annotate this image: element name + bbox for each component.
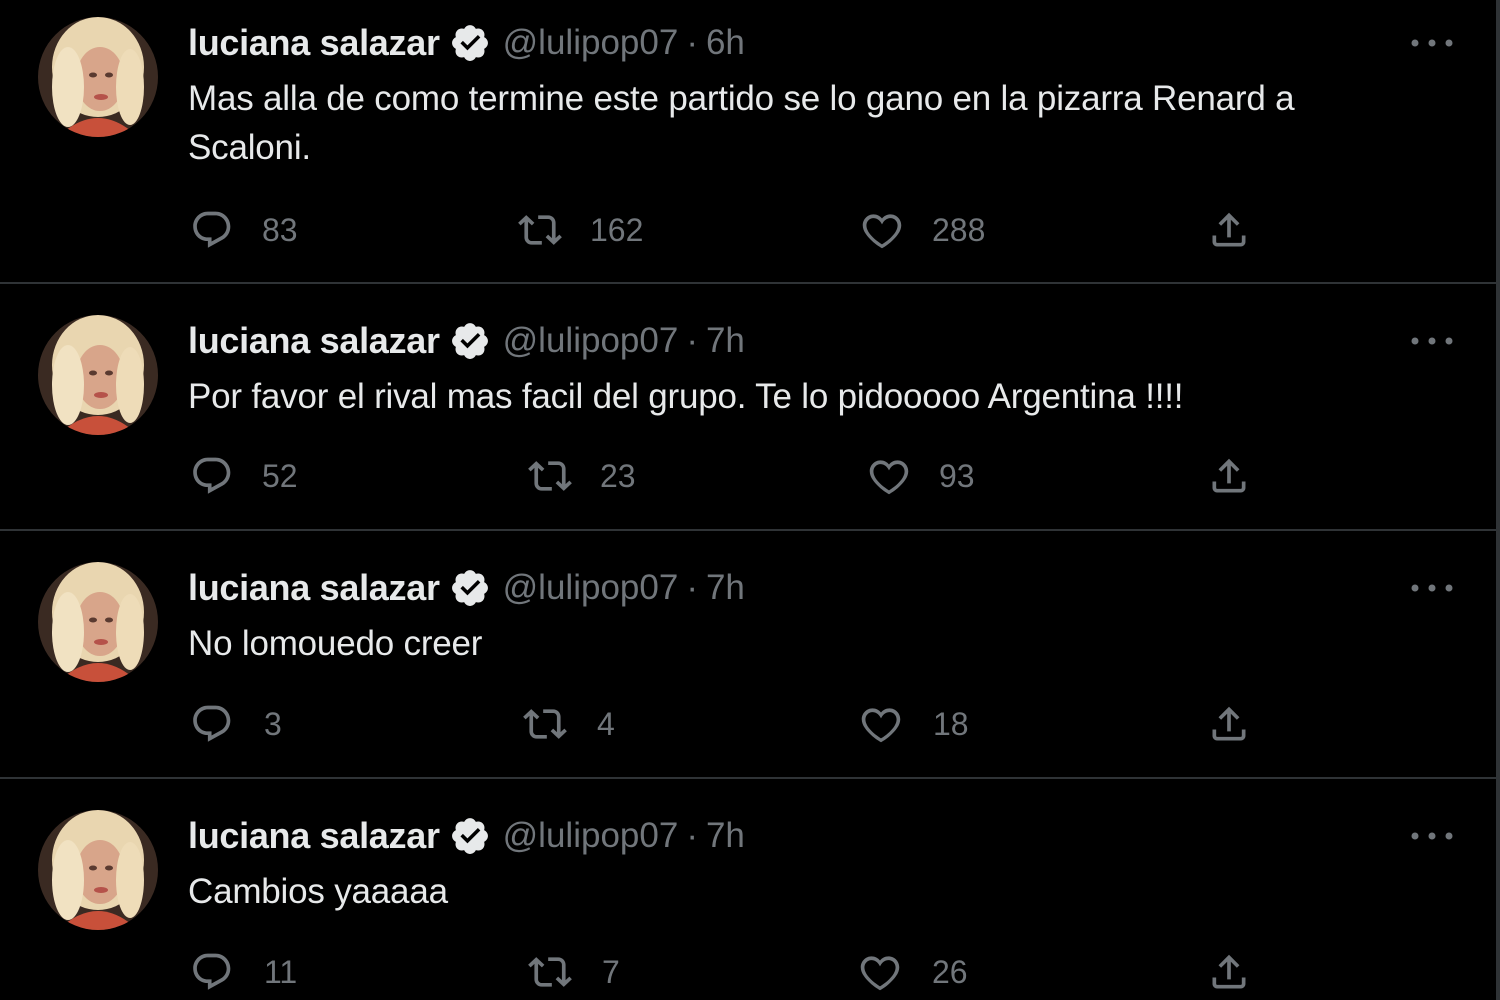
tweet[interactable]: luciana salazar @lulipop07 · 7h Cambios … (0, 779, 1496, 1000)
retweet-icon (528, 957, 572, 987)
reply-count: 3 (264, 705, 282, 742)
tweet-header: luciana salazar @lulipop07 · 7h (188, 563, 745, 613)
timeline-border (1496, 0, 1500, 1000)
retweet-icon (523, 709, 567, 739)
tweet[interactable]: luciana salazar @lulipop07 · 7h Por favo… (0, 284, 1496, 531)
tweet-text: Cambios yaaaaa (188, 872, 448, 911)
reply-button[interactable]: 3 (190, 702, 282, 746)
like-count: 26 (932, 953, 968, 990)
more-options-icon[interactable] (1408, 33, 1456, 53)
tweet-text: Por favor el rival mas facil del grupo. … (188, 377, 1184, 416)
tweet-header: luciana salazar @lulipop07 · 7h (188, 811, 745, 861)
retweet-button[interactable]: 4 (523, 702, 615, 746)
more-options-icon[interactable] (1408, 826, 1456, 846)
author-name[interactable]: luciana salazar (188, 567, 440, 609)
more-options-icon[interactable] (1408, 578, 1456, 598)
like-button[interactable]: 26 (858, 950, 968, 994)
author-handle[interactable]: @lulipop07 (503, 321, 679, 361)
retweet-count: 7 (602, 953, 620, 990)
separator: · (686, 816, 698, 855)
avatar[interactable] (38, 17, 158, 137)
avatar-photo-icon (38, 810, 158, 930)
timestamp[interactable]: 7h (706, 568, 745, 608)
verified-badge-icon (451, 818, 488, 854)
like-button[interactable]: 93 (867, 454, 975, 498)
author-name[interactable]: luciana salazar (188, 815, 440, 857)
share-icon[interactable] (1207, 702, 1251, 746)
like-button[interactable]: 18 (859, 702, 969, 746)
share-icon[interactable] (1207, 950, 1251, 994)
heart-icon (869, 460, 909, 495)
tweet-text: No lomouedo creer (188, 624, 483, 663)
timestamp[interactable]: 6h (706, 23, 745, 63)
reply-button[interactable]: 52 (190, 454, 298, 498)
reply-icon (193, 211, 231, 248)
reply-icon (193, 953, 231, 990)
reply-icon (193, 705, 231, 742)
verified-badge-icon (451, 323, 488, 359)
tweet-feed: luciana salazar @lulipop07 · 6h Mas alla… (0, 0, 1500, 1000)
avatar-photo-icon (38, 17, 158, 137)
avatar[interactable] (38, 315, 158, 435)
reply-button[interactable]: 83 (190, 208, 298, 252)
separator: · (686, 321, 698, 360)
avatar[interactable] (38, 562, 158, 682)
retweet-count: 162 (590, 211, 644, 248)
retweet-button[interactable]: 162 (518, 208, 643, 252)
share-icon[interactable] (1207, 208, 1251, 252)
reply-count: 11 (264, 953, 298, 990)
reply-count: 52 (262, 457, 298, 494)
like-count: 288 (932, 211, 986, 248)
avatar-photo-icon (38, 562, 158, 682)
tweet-text: Mas alla de como termine este partido se… (188, 79, 1295, 167)
separator: · (686, 568, 698, 607)
verified-badge-icon (451, 570, 488, 606)
avatar[interactable] (38, 810, 158, 930)
tweet-header: luciana salazar @lulipop07 · 6h (188, 18, 745, 68)
like-count: 18 (933, 705, 969, 742)
retweet-icon (528, 461, 572, 491)
reply-button[interactable]: 11 (190, 950, 297, 994)
heart-icon (862, 214, 902, 249)
tweet[interactable]: luciana salazar @lulipop07 · 6h Mas alla… (0, 0, 1496, 283)
retweet-count: 23 (600, 457, 636, 494)
retweet-button[interactable]: 23 (528, 454, 636, 498)
retweet-icon (518, 215, 562, 245)
like-button[interactable]: 288 (860, 208, 985, 252)
share-icon[interactable] (1207, 454, 1251, 498)
like-count: 93 (939, 457, 975, 494)
verified-badge-icon (451, 25, 488, 61)
more-options-icon[interactable] (1408, 331, 1456, 351)
retweet-button[interactable]: 7 (528, 950, 620, 994)
timestamp[interactable]: 7h (706, 816, 745, 856)
tweet-header: luciana salazar @lulipop07 · 7h (188, 316, 745, 366)
reply-count: 83 (262, 211, 298, 248)
tweet[interactable]: luciana salazar @lulipop07 · 7h No lomou… (0, 531, 1496, 778)
separator: · (686, 23, 698, 62)
heart-icon (861, 708, 901, 743)
author-name[interactable]: luciana salazar (188, 320, 440, 362)
avatar-photo-icon (38, 315, 158, 435)
author-handle[interactable]: @lulipop07 (503, 568, 679, 608)
author-handle[interactable]: @lulipop07 (503, 816, 679, 856)
reply-icon (193, 457, 231, 494)
heart-icon (860, 956, 900, 991)
author-name[interactable]: luciana salazar (188, 22, 440, 64)
retweet-count: 4 (597, 705, 615, 742)
timestamp[interactable]: 7h (706, 321, 745, 361)
author-handle[interactable]: @lulipop07 (503, 23, 679, 63)
